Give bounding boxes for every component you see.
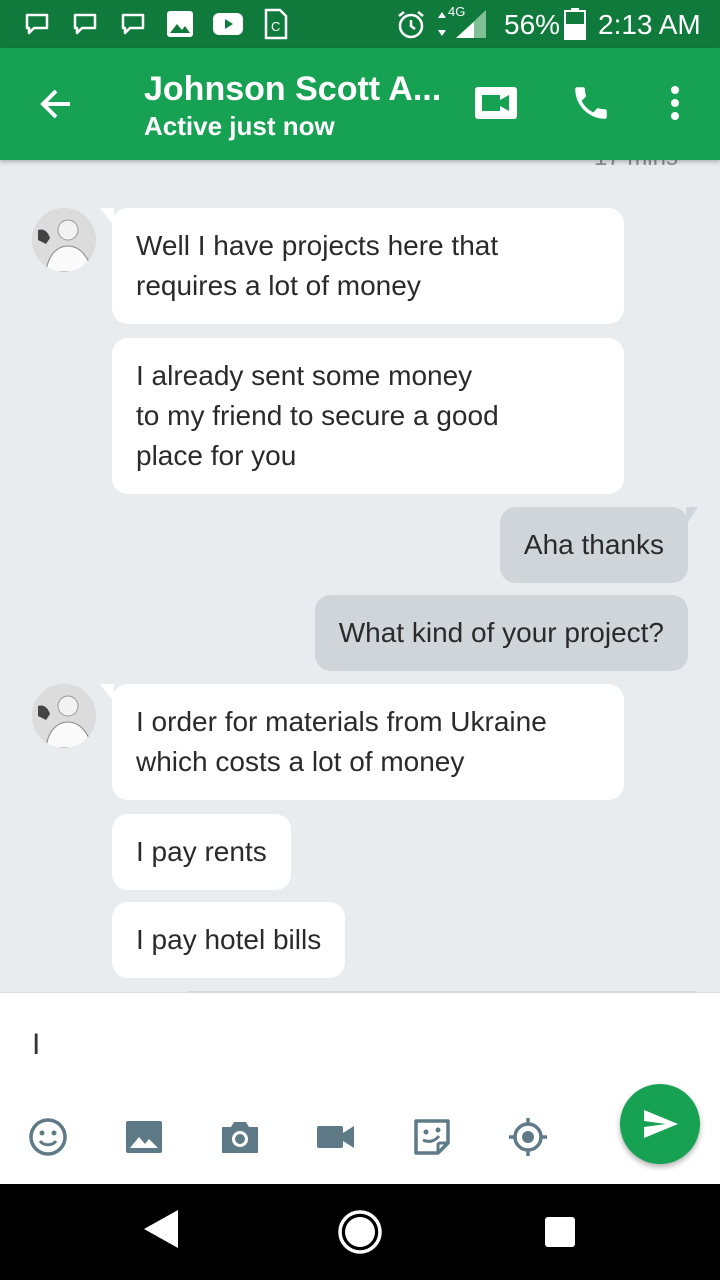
network-type-label: 4G <box>448 4 466 19</box>
youtube-notification-icon <box>212 10 244 43</box>
gallery-notification-icon <box>166 10 194 43</box>
more-vert-icon[interactable] <box>665 82 685 129</box>
message-input[interactable] <box>32 1023 592 1067</box>
send-button[interactable] <box>620 1084 700 1164</box>
message-text: I pay rents <box>136 836 267 867</box>
presence-status: Active just now <box>144 111 335 141</box>
battery-percent: 56% <box>504 9 561 40</box>
chat-notification-icon <box>120 12 146 41</box>
message-text: What kind of your project? <box>338 617 664 648</box>
incoming-message[interactable]: I pay rents <box>112 814 291 890</box>
avatar[interactable] <box>32 684 96 748</box>
message-list[interactable]: 17 mins Well I have projects here that r… <box>0 160 720 992</box>
contact-name[interactable]: Johnson Scott A... <box>144 70 441 109</box>
chat-notification-icon <box>72 12 98 41</box>
incoming-message[interactable]: Well I have projects here that requires … <box>100 208 624 324</box>
video-call-icon[interactable] <box>474 86 518 125</box>
phone-icon[interactable] <box>570 82 612 129</box>
incoming-message[interactable]: I order for materials from Ukraine which… <box>100 684 624 800</box>
message-text: Well I have projects here that requires … <box>136 230 499 301</box>
video-icon[interactable] <box>316 1117 356 1157</box>
camera-icon[interactable] <box>220 1117 260 1157</box>
file-notification-icon: C <box>264 8 288 45</box>
outgoing-message[interactable]: What kind of your project? <box>314 595 688 671</box>
timestamp-divider: 17 mins <box>594 160 678 172</box>
back-triangle-icon[interactable] <box>142 1208 180 1255</box>
status-bar: C 4G 56% 2:13 AM <box>0 0 720 48</box>
clock-time: 2:13 AM <box>598 9 701 40</box>
avatar[interactable] <box>32 208 96 272</box>
back-arrow-icon[interactable] <box>36 84 76 129</box>
emoji-icon[interactable] <box>28 1117 68 1157</box>
outgoing-message[interactable]: Aha thanks <box>499 507 699 583</box>
message-text: I order for materials from Ukraine which… <box>136 706 547 777</box>
alarm-icon <box>396 10 426 45</box>
message-composer <box>0 991 720 1184</box>
conversation-header: Johnson Scott A... Active just now <box>0 48 720 160</box>
svg-text:C: C <box>271 19 280 34</box>
sticker-icon[interactable] <box>412 1117 452 1157</box>
location-icon[interactable] <box>508 1117 548 1157</box>
divider <box>188 991 696 993</box>
recents-square-icon[interactable] <box>544 1216 576 1253</box>
home-circle-icon[interactable] <box>337 1209 383 1260</box>
system-navigation-bar <box>0 1184 720 1280</box>
incoming-message[interactable]: I pay hotel bills <box>112 902 346 978</box>
message-text: Aha thanks <box>523 529 664 560</box>
message-text: I pay hotel bills <box>136 924 322 955</box>
chat-notification-icon <box>24 12 50 41</box>
incoming-message[interactable]: I already sent some money to my friend t… <box>112 338 624 494</box>
battery-icon <box>564 8 586 45</box>
message-text: I already sent some money to my friend t… <box>136 360 499 471</box>
image-icon[interactable] <box>124 1117 164 1157</box>
